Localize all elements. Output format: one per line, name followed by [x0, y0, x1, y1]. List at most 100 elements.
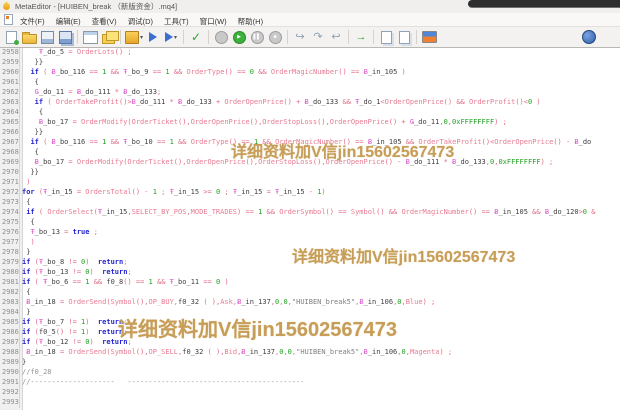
line-number: 2963 [0, 98, 20, 108]
save-all-button[interactable] [57, 29, 73, 46]
copy-document-button[interactable] [378, 29, 394, 46]
code-line: 2972for (Ŧ_in_15 = OrdersTotal() - 1 ; Ŧ… [0, 188, 620, 198]
print-preview-button[interactable] [396, 29, 412, 46]
code-text[interactable]: ) [20, 178, 30, 188]
open-terminal-button[interactable] [421, 29, 437, 46]
code-text[interactable]: if ( OrderSelect(Ŧ_in_15,SELECT_BY_POS,M… [20, 208, 595, 218]
code-text[interactable]: Ƀ_bo_17 = OrderModify(OrderTicket(),Orde… [20, 118, 507, 128]
code-text[interactable]: ) [20, 238, 35, 248]
code-text[interactable]: { [20, 198, 30, 208]
menu-item-1[interactable]: 编辑(E) [56, 17, 81, 26]
menu-item-6[interactable]: 帮助(H) [238, 17, 263, 26]
cascade-windows-button[interactable] [100, 29, 116, 46]
code-text[interactable]: { [20, 288, 30, 298]
code-text[interactable]: } [20, 308, 30, 318]
menu-item-2[interactable]: 查看(V) [92, 17, 117, 26]
line-number: 2968 [0, 148, 20, 158]
code-text[interactable]: Ǥ_do_11 = Ƀ_do_111 * Ƀ_do_133; [20, 88, 161, 98]
line-number: 2982 [0, 288, 20, 298]
document-icon [4, 14, 13, 25]
code-text[interactable]: if (f0_5() != 1) return; [20, 328, 127, 338]
code-text[interactable]: //f0_28 [20, 368, 52, 378]
new-file-button[interactable] [3, 29, 19, 46]
code-line: 2959 }} [0, 58, 620, 68]
save-button[interactable] [39, 29, 55, 46]
code-text[interactable]: Ƀ_in_18 = OrderSend(Symbol(),OP_SELL,f0_… [20, 348, 452, 358]
code-text[interactable]: if (Ŧ_bo_8 != 0) return; [20, 258, 127, 268]
code-text[interactable]: { [20, 78, 39, 88]
debug-start-button[interactable] [213, 29, 229, 46]
code-line: 2992 [0, 388, 620, 398]
line-number: 2992 [0, 388, 20, 398]
code-text[interactable]: { [20, 148, 39, 158]
code-text[interactable]: }} [20, 168, 39, 178]
compile-button[interactable]: ✓ [188, 29, 204, 46]
code-text[interactable]: }} [20, 58, 43, 68]
code-text[interactable]: for (Ŧ_in_15 = OrdersTotal() - 1 ; Ŧ_in_… [20, 188, 326, 198]
code-line: 2990//f0_28 [0, 368, 620, 378]
code-line: 2973 { [0, 198, 620, 208]
code-text[interactable]: } [20, 248, 30, 258]
code-text[interactable]: if (Ŧ_bo_7 != 1) return; [20, 318, 127, 328]
menu-item-5[interactable]: 窗口(W) [200, 17, 227, 26]
code-text[interactable]: }} [20, 128, 43, 138]
chevron-down-icon: ▾ [140, 34, 143, 41]
code-text[interactable]: { [20, 108, 43, 118]
open-file-button[interactable] [21, 29, 37, 46]
line-number: 2972 [0, 188, 20, 198]
code-text[interactable]: if ( OrderTakeProfit()>Ƀ_do_111 * Ƀ_do_1… [20, 98, 541, 108]
line-number: 2985 [0, 318, 20, 328]
line-number: 2967 [0, 138, 20, 148]
code-text[interactable] [20, 398, 22, 408]
styler-button[interactable] [145, 29, 161, 46]
step-over-button[interactable]: ↷ [310, 29, 326, 46]
line-number: 2980 [0, 268, 20, 278]
line-number: 2961 [0, 78, 20, 88]
mql-wizard-button[interactable]: ▾ [125, 29, 143, 46]
line-number: 2958 [0, 48, 20, 58]
metaeditor-logo-icon [2, 2, 12, 12]
code-editor[interactable]: 2958 Ŧ_do_5 = OrderLots() ;2959 }}2960 i… [0, 48, 620, 410]
split-window-button[interactable] [82, 29, 98, 46]
toolbar-separator [120, 30, 121, 44]
line-number: 2984 [0, 308, 20, 318]
run-to-cursor-button[interactable]: → [353, 29, 369, 46]
toolbar-separator [77, 30, 78, 44]
code-text[interactable]: if ( Ŧ_bo_6 == 1 && f0_8() == 1 && Ŧ_bo_… [20, 278, 229, 288]
code-line: 2970 }} [0, 168, 620, 178]
menu-bar: 文件(F) 编辑(E) 查看(V) 调试(D) 工具(T) 窗口(W) 帮助(H) [0, 13, 620, 27]
code-line: 2960 if ( Ƀ_bo_116 == 1 && Ŧ_bo_9 == 1 &… [0, 68, 620, 78]
debug-pause-button[interactable]: ▌▌ [249, 29, 265, 46]
code-text[interactable]: Ŧ_do_5 = OrderLots() ; [20, 48, 132, 58]
line-number: 2965 [0, 118, 20, 128]
code-line: 2974 if ( OrderSelect(Ŧ_in_15,SELECT_BY_… [0, 208, 620, 218]
chevron-down-icon: ▾ [174, 34, 177, 41]
step-out-button[interactable]: ↩ [328, 29, 344, 46]
debug-continue-button[interactable]: ▶ [231, 29, 247, 46]
code-text[interactable]: if (Ŧ_bo_12 != 0) return; [20, 338, 132, 348]
line-number: 2974 [0, 208, 20, 218]
code-line: 2962 Ǥ_do_11 = Ƀ_do_111 * Ƀ_do_133; [0, 88, 620, 98]
code-text[interactable] [20, 388, 22, 398]
line-number: 2960 [0, 68, 20, 78]
code-text[interactable]: { [20, 218, 35, 228]
settings-gear-icon[interactable] [582, 30, 596, 44]
toolbar-separator [287, 30, 288, 44]
menu-item-3[interactable]: 调试(D) [128, 17, 153, 26]
line-number: 2976 [0, 228, 20, 238]
menu-item-0[interactable]: 文件(F) [20, 17, 45, 26]
screenshot-artifact-dark-bar [468, 0, 620, 8]
line-number: 2983 [0, 298, 20, 308]
code-text[interactable]: Ŧ_bo_13 = true ; [20, 228, 98, 238]
styler-options-button[interactable]: ▾ [163, 29, 179, 46]
code-text[interactable]: if ( Ƀ_bo_116 == 1 && Ŧ_bo_9 == 1 && Ord… [20, 68, 406, 78]
watermark-text-1: 详细资料加V信jin15602567473 [292, 243, 515, 267]
code-text[interactable]: } [20, 358, 26, 368]
step-into-button[interactable]: ↪ [292, 29, 308, 46]
code-text[interactable]: Ƀ_in_18 = OrderSend(Symbol(),OP_BUY,f0_3… [20, 298, 435, 308]
code-text[interactable]: if (Ŧ_bo_13 != 0) return; [20, 268, 132, 278]
code-line: 2991//-------------------- -------------… [0, 378, 620, 388]
debug-stop-button[interactable]: ■ [267, 29, 283, 46]
code-text[interactable]: //-------------------- -----------------… [20, 378, 304, 388]
menu-item-4[interactable]: 工具(T) [164, 17, 189, 26]
